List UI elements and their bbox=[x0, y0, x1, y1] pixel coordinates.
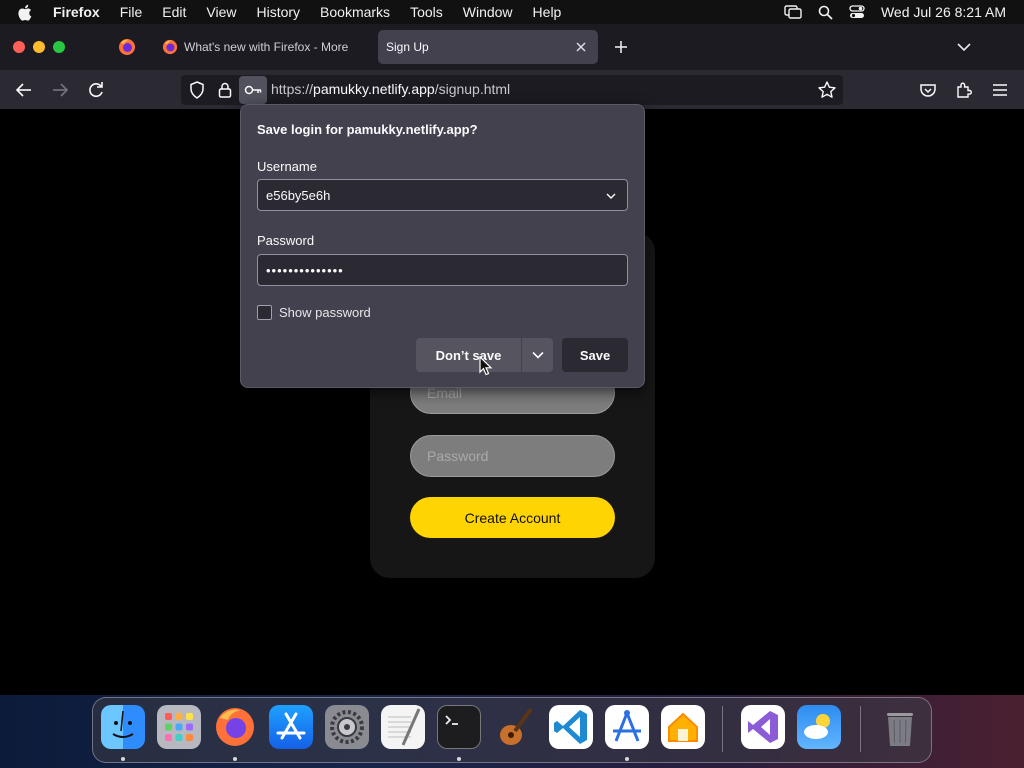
popup-title: Save login for pamukky.netlify.app? bbox=[257, 122, 478, 137]
chevron-down-icon[interactable] bbox=[605, 190, 617, 202]
menu-view[interactable]: View bbox=[206, 4, 236, 20]
window-close-button[interactable] bbox=[13, 41, 25, 53]
visual-studio-icon[interactable] bbox=[741, 705, 785, 749]
menu-history[interactable]: History bbox=[256, 4, 300, 20]
password-placeholder: Password bbox=[427, 448, 489, 464]
menu-clock[interactable]: Wed Jul 26 8:21 AM bbox=[881, 4, 1006, 20]
new-tab-icon[interactable] bbox=[610, 36, 632, 58]
window-minimize-button[interactable] bbox=[33, 41, 45, 53]
running-indicator bbox=[121, 757, 125, 761]
url-path: /signup.html bbox=[434, 81, 511, 97]
menu-edit[interactable]: Edit bbox=[162, 4, 186, 20]
screen: Firefox File Edit View History Bookmarks… bbox=[0, 0, 1024, 768]
dock-separator bbox=[722, 706, 723, 752]
create-account-button[interactable]: Create Account bbox=[410, 497, 615, 538]
pocket-icon[interactable] bbox=[918, 80, 938, 100]
system-settings-icon[interactable] bbox=[325, 705, 369, 749]
app-store-icon[interactable] bbox=[269, 705, 313, 749]
weather-icon[interactable] bbox=[797, 705, 841, 749]
show-password-label[interactable]: Show password bbox=[279, 305, 371, 320]
username-label: Username bbox=[257, 159, 317, 174]
app-menu-hamburger-icon[interactable] bbox=[990, 80, 1010, 100]
dock-separator bbox=[860, 706, 861, 752]
garageband-icon[interactable] bbox=[493, 705, 537, 749]
username-field[interactable]: e56by5e6h bbox=[257, 179, 628, 211]
save-button[interactable]: Save bbox=[562, 338, 628, 372]
apple-menu-icon[interactable] bbox=[17, 4, 39, 21]
control-center-icon[interactable] bbox=[849, 5, 865, 19]
password-field[interactable]: •••••••••••••• bbox=[257, 254, 628, 286]
window-zoom-button[interactable] bbox=[53, 41, 65, 53]
menu-file[interactable]: File bbox=[120, 4, 143, 20]
menu-app-name[interactable]: Firefox bbox=[53, 4, 100, 20]
key-icon bbox=[244, 85, 262, 95]
running-indicator bbox=[233, 757, 237, 761]
home-app-icon[interactable] bbox=[661, 705, 705, 749]
tab-title: Sign Up bbox=[386, 40, 429, 54]
password-value: •••••••••••••• bbox=[266, 262, 344, 278]
running-indicator bbox=[625, 757, 629, 761]
firefox-dock-icon[interactable] bbox=[213, 705, 257, 749]
save-login-popup: Save login for pamukky.netlify.app? User… bbox=[240, 104, 645, 388]
url-text[interactable]: https://pamukky.netlify.app/signup.html bbox=[271, 81, 510, 97]
trash-icon[interactable] bbox=[878, 705, 922, 749]
lock-icon[interactable] bbox=[215, 80, 235, 100]
tab-title: What's new with Firefox - More bbox=[184, 40, 349, 54]
list-all-tabs-icon[interactable] bbox=[955, 38, 973, 56]
menu-help[interactable]: Help bbox=[533, 4, 562, 20]
launchpad-icon[interactable] bbox=[157, 705, 201, 749]
dont-save-button[interactable]: Don’t save bbox=[416, 338, 521, 372]
mouse-pointer-icon bbox=[479, 356, 493, 376]
macos-menu-bar: Firefox File Edit View History Bookmarks… bbox=[0, 0, 1024, 24]
screen-mirroring-icon[interactable] bbox=[784, 5, 802, 19]
firefox-icon bbox=[162, 39, 178, 55]
menu-tools[interactable]: Tools bbox=[410, 4, 443, 20]
password-input[interactable]: Password bbox=[410, 435, 615, 477]
url-host: pamukky.netlify.app bbox=[313, 81, 435, 97]
back-icon[interactable] bbox=[13, 79, 35, 101]
dont-save-dropdown-button[interactable] bbox=[522, 338, 553, 372]
url-prefix: https:// bbox=[271, 81, 314, 97]
vscode-icon[interactable] bbox=[549, 705, 593, 749]
show-password-checkbox[interactable] bbox=[257, 305, 272, 320]
create-account-label: Create Account bbox=[464, 509, 561, 526]
username-value: e56by5e6h bbox=[266, 187, 331, 203]
running-indicator bbox=[457, 757, 461, 761]
finder-icon[interactable] bbox=[101, 705, 145, 749]
password-label: Password bbox=[257, 233, 315, 248]
extensions-puzzle-icon[interactable] bbox=[954, 80, 974, 100]
firefox-icon bbox=[119, 39, 135, 55]
menu-bookmarks[interactable]: Bookmarks bbox=[320, 4, 390, 20]
tab-whats-new[interactable]: What's new with Firefox - More bbox=[154, 30, 372, 64]
bookmark-star-icon[interactable] bbox=[817, 80, 837, 100]
close-tab-icon[interactable] bbox=[574, 40, 588, 54]
menu-window[interactable]: Window bbox=[463, 4, 513, 20]
textedit-icon[interactable] bbox=[381, 705, 425, 749]
chevron-down-icon bbox=[531, 351, 544, 359]
pinned-tab-firefox[interactable] bbox=[108, 30, 146, 64]
forward-icon[interactable] bbox=[49, 79, 71, 101]
tracking-protection-shield-icon[interactable] bbox=[187, 80, 207, 100]
instruments-icon[interactable] bbox=[605, 705, 649, 749]
terminal-icon[interactable] bbox=[437, 705, 481, 749]
reload-icon[interactable] bbox=[85, 79, 107, 101]
spotlight-search-icon[interactable] bbox=[818, 5, 833, 20]
save-label: Save bbox=[579, 347, 611, 363]
tab-sign-up[interactable]: Sign Up bbox=[378, 30, 598, 64]
